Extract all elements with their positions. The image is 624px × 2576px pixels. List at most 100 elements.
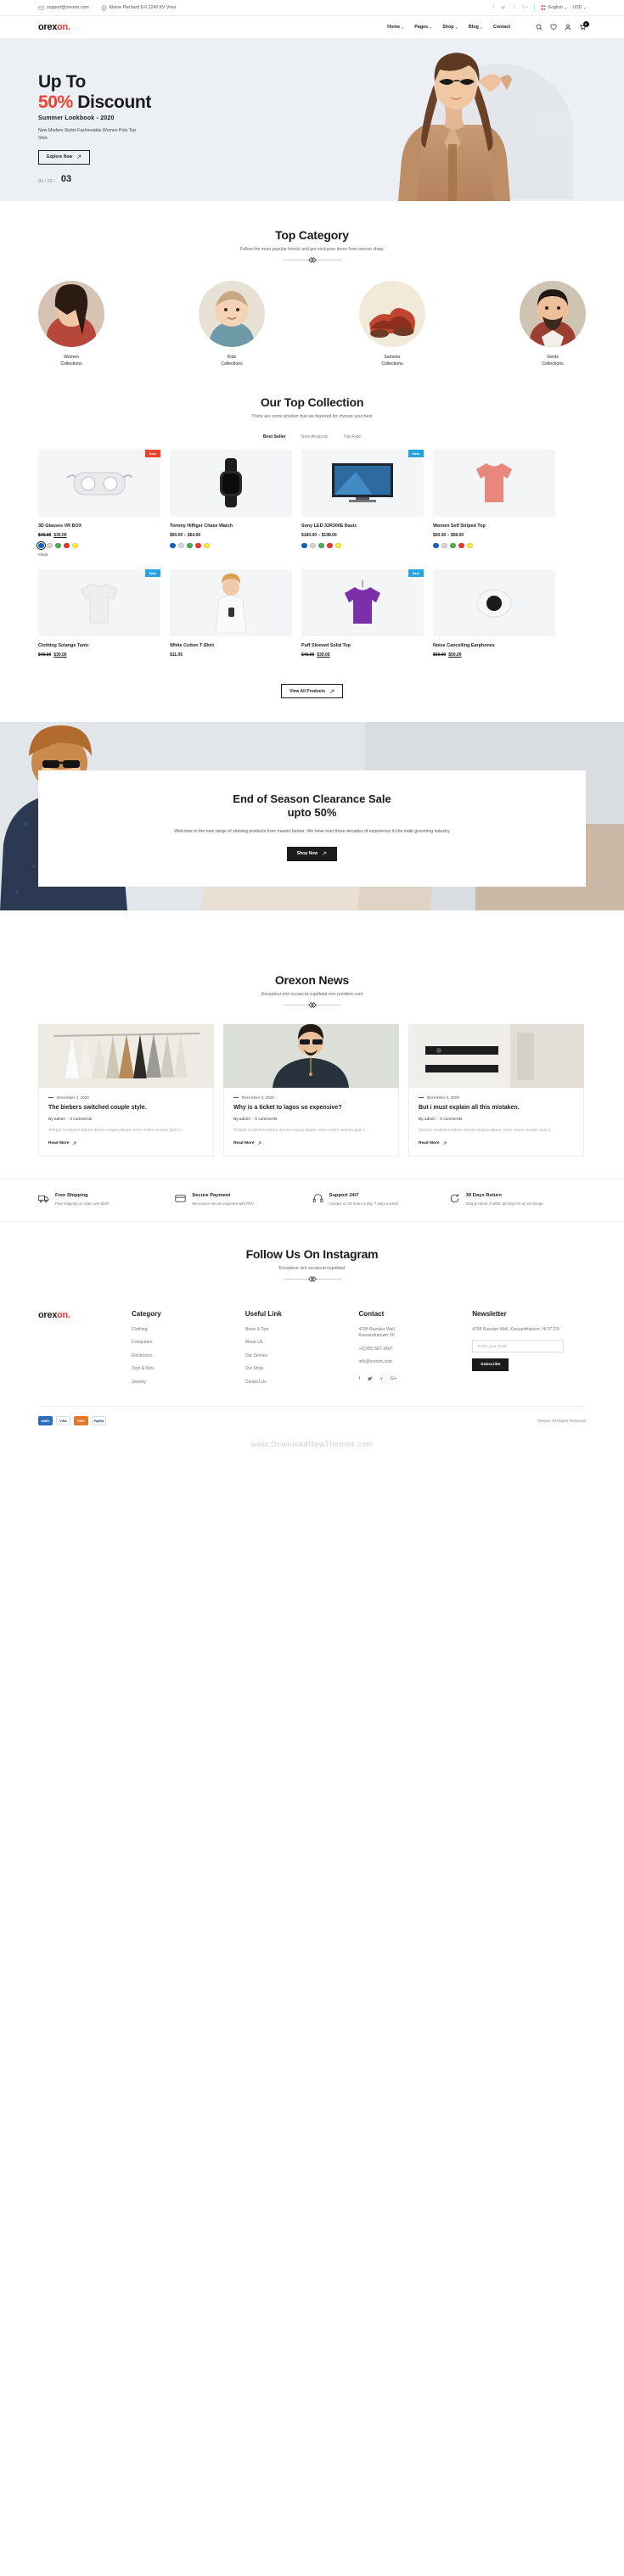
facebook-icon[interactable]: f [493, 5, 495, 10]
language-selector[interactable]: English ▾ [541, 5, 566, 10]
news-headline[interactable]: Why is a ticket to lagos so expensive? [233, 1104, 389, 1112]
product-card[interactable]: White Cotton T-Shirt $11.05 [170, 569, 292, 658]
search-icon[interactable] [536, 24, 542, 31]
swatch-red[interactable] [195, 542, 201, 549]
swatch-blue[interactable] [37, 540, 46, 550]
swatch-yellow[interactable] [467, 542, 473, 549]
main-navbar: orexon. Home ▾ Pages ▾ Shop ▾ Blog ▾ Contact… [0, 16, 624, 38]
swatch-silver[interactable] [310, 542, 316, 549]
tshirt-illustration [476, 463, 512, 503]
news-image [223, 1024, 399, 1089]
product-price: $40.00 $30.00 [38, 652, 160, 658]
read-more-link[interactable]: Read More [419, 1141, 574, 1145]
news-card[interactable]: December 3, 2020 But i must explain all … [408, 1024, 584, 1157]
hero-decor-square [537, 115, 571, 140]
hero-heading-line2: 50% Discount [38, 92, 250, 113]
footer-contact-phone[interactable]: +2(305) 587-3407 [359, 1347, 473, 1353]
swatch-blue[interactable] [170, 542, 176, 549]
footer-link[interactable]: News & Tips [245, 1327, 359, 1334]
vimeo-icon[interactable]: v [380, 1376, 383, 1381]
nav-item-contact[interactable]: Contact [493, 25, 510, 30]
top-category-subtitle: Follow the most popular trends and get e… [239, 247, 385, 252]
currency-selector[interactable]: USD ▾ [572, 5, 586, 10]
news-card[interactable]: December 3, 2020 The biebers switched co… [38, 1024, 214, 1157]
product-card[interactable]: New Clothing Solange Tunic $40.00 $30.00 [38, 569, 160, 658]
newsletter-email-input[interactable]: Enter your email [472, 1340, 565, 1353]
swatch-silver[interactable] [441, 542, 447, 549]
category-item-summer[interactable]: Summer Collections [359, 281, 425, 368]
footer-link[interactable]: Toys & Kids [132, 1366, 245, 1373]
product-card[interactable]: Tommy Hilfiger Chase Watch $50.00 – $64.… [170, 449, 292, 558]
news-meta: By admin | 0 comments [48, 1117, 93, 1122]
cart-icon[interactable]: 0 [579, 20, 589, 31]
subscribe-button[interactable]: Subscribe [472, 1358, 509, 1372]
swatch-yellow[interactable] [72, 542, 78, 549]
twitter-icon[interactable] [501, 5, 506, 10]
googleplus-icon[interactable]: G+ [522, 5, 529, 10]
product-image [170, 569, 292, 637]
read-more-label: Read More [233, 1141, 255, 1146]
explore-now-button[interactable]: Explore Now [38, 149, 91, 165]
top-category-title: Top Category [275, 228, 349, 242]
news-headline[interactable]: But i must explain all this mistaken. [419, 1104, 574, 1112]
site-logo[interactable]: orexon. [38, 22, 70, 32]
swatch-red[interactable] [327, 542, 333, 549]
shop-now-button[interactable]: Shop Now [286, 846, 338, 861]
nav-item-shop[interactable]: Shop ▾ [442, 25, 458, 30]
footer-logo[interactable]: orexon. [38, 1310, 132, 1320]
swatch-red[interactable] [64, 542, 70, 549]
heart-icon[interactable] [550, 24, 557, 31]
swatch-green[interactable] [318, 542, 324, 549]
footer-link[interactable]: Electronics [132, 1353, 245, 1360]
topbar-email[interactable]: support@orexon.com [38, 5, 89, 11]
nav-item-home[interactable]: Home ▾ [387, 25, 403, 30]
category-item-gents[interactable]: Gents Collections [520, 281, 586, 368]
product-card[interactable]: Sale 3D Glasses VR BOX $40.00 $30.00 Clea… [37, 449, 160, 557]
news-date-text: December 3, 2020 [57, 1095, 89, 1100]
footer-link[interactable]: Jewelry [132, 1380, 245, 1386]
swatch-red[interactable] [458, 542, 464, 549]
read-more-link[interactable]: Read More [233, 1141, 389, 1145]
nav-item-pages[interactable]: Pages ▾ [414, 25, 431, 30]
tab-best-seller[interactable]: Best Seller [263, 434, 286, 440]
tab-new-arrivals[interactable]: New Arraivals [301, 434, 329, 440]
product-card[interactable]: New Sony LED 32R300E Basic $180.00 – $19… [301, 449, 424, 558]
twitter-icon[interactable] [368, 1376, 373, 1381]
googleplus-icon[interactable]: G+ [391, 1376, 397, 1381]
product-card[interactable]: New Puff Sleeved Solid Top $40.00 $30.00 [301, 569, 424, 658]
swatch-silver[interactable] [178, 542, 184, 549]
tab-top-rate[interactable]: Top Rate [343, 434, 361, 440]
product-card[interactable]: Women Self Striped Top $50.00 – $58.00 [433, 449, 555, 558]
news-date: December 3, 2020 [419, 1095, 574, 1100]
swatch-green[interactable] [55, 542, 61, 549]
view-all-products-button[interactable]: View All Products [281, 684, 343, 699]
footer-contact-email[interactable]: info@orexon.com [359, 1359, 473, 1366]
footer-link[interactable]: Our Service [245, 1353, 359, 1360]
nav-item-blog[interactable]: Blog ▾ [469, 25, 482, 30]
topbar-address-text: Kleine Pierbard 8-6 2249 KV Vries [109, 5, 177, 10]
swatch-blue[interactable] [301, 542, 307, 549]
category-item-kids[interactable]: Kids Collections [199, 281, 265, 368]
topbar-address[interactable]: Kleine Pierbard 8-6 2249 KV Vries [101, 4, 177, 11]
swatch-blue[interactable] [433, 542, 439, 549]
vimeo-icon[interactable]: v [513, 5, 515, 10]
topbar-divider [534, 3, 536, 12]
user-icon[interactable] [565, 24, 571, 31]
footer-link[interactable]: Our Shop [245, 1366, 359, 1373]
hero-percent: 50% [38, 92, 73, 112]
category-item-women[interactable]: Women Collections [38, 281, 104, 368]
facebook-icon[interactable]: f [359, 1376, 361, 1381]
footer-link[interactable]: Clothing [132, 1327, 245, 1334]
swatch-yellow[interactable] [204, 542, 210, 549]
swatch-green[interactable] [187, 542, 193, 549]
news-card[interactable]: December 3, 2020 Why is a ticket to lago… [223, 1024, 399, 1157]
read-more-link[interactable]: Read More [48, 1141, 204, 1145]
product-card[interactable]: Noise Cancelling Earphones $60.00 $50.00 [433, 569, 555, 658]
footer-link[interactable]: Computers [132, 1340, 245, 1347]
news-headline[interactable]: The biebers switched couple style. [48, 1104, 204, 1112]
swatch-green[interactable] [450, 542, 456, 549]
swatch-silver[interactable] [47, 542, 53, 549]
footer-link[interactable]: About Us [245, 1340, 359, 1347]
swatch-yellow[interactable] [335, 542, 341, 549]
footer-link[interactable]: Contact Us [245, 1380, 359, 1386]
